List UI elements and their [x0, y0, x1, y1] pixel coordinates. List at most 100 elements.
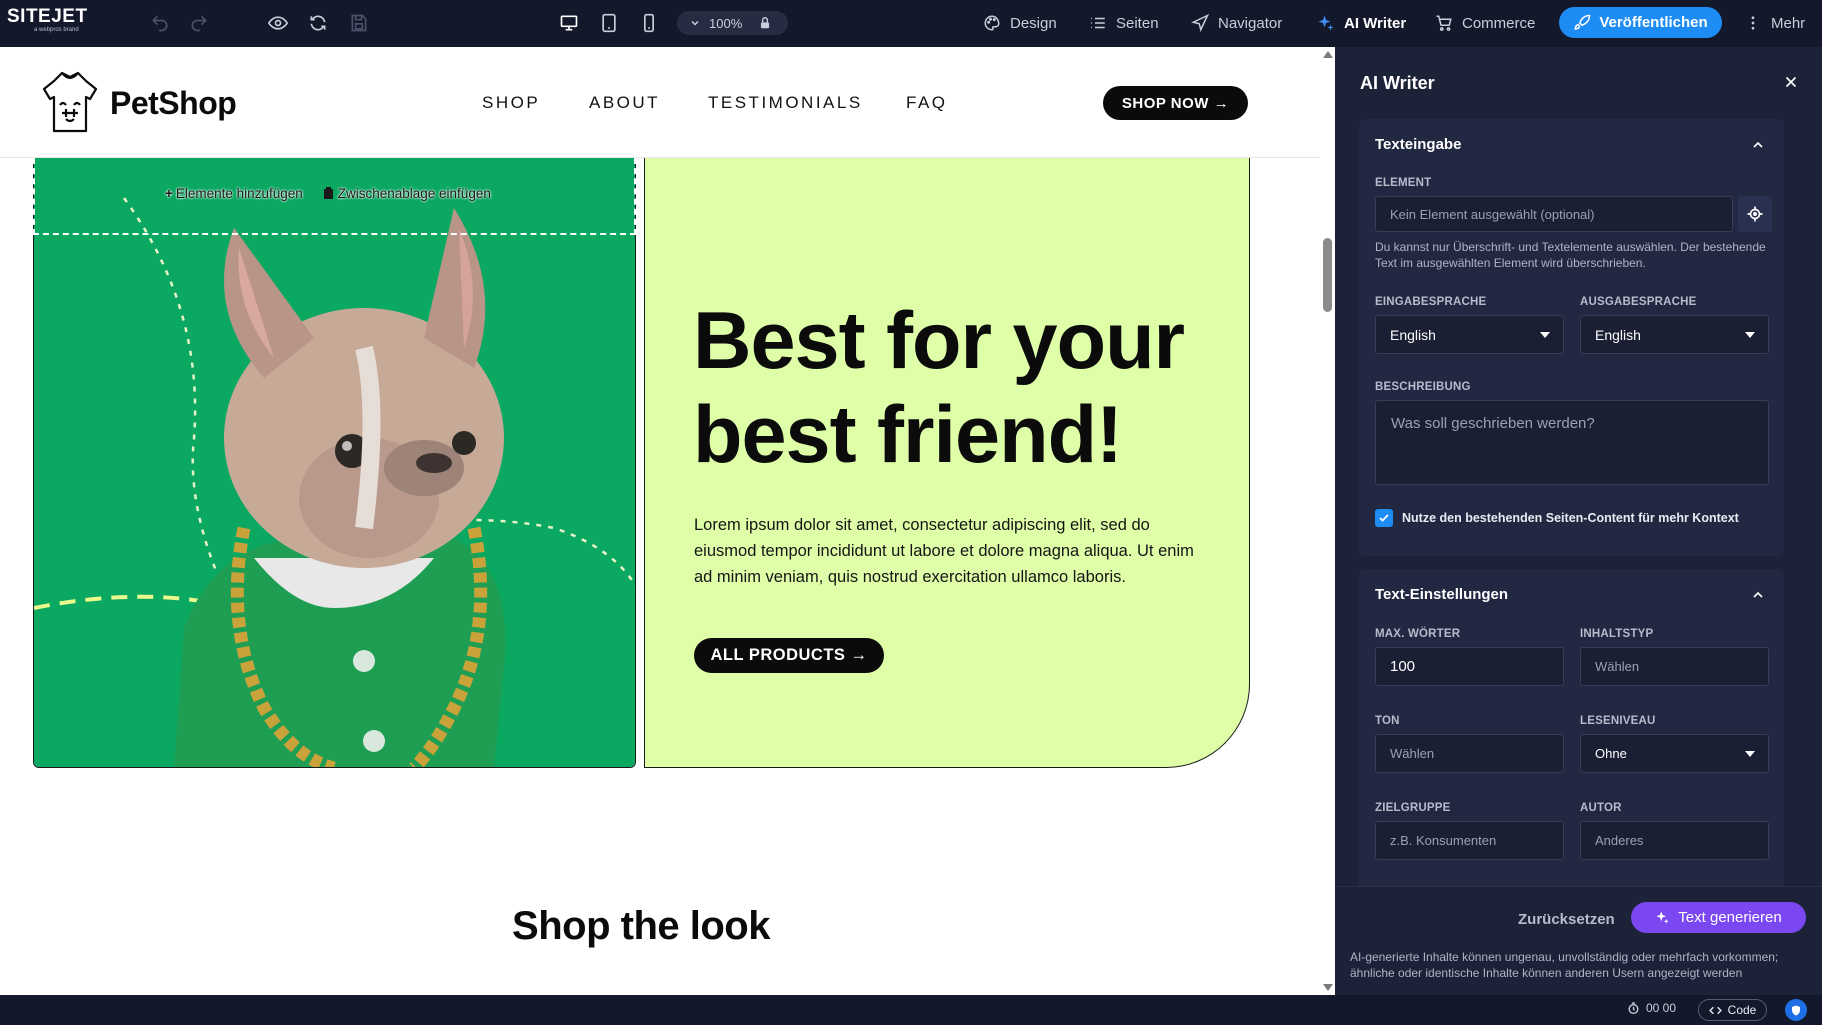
- input-language-select[interactable]: English: [1375, 315, 1564, 354]
- refresh-icon[interactable]: [306, 11, 330, 35]
- nav-testimonials[interactable]: TESTIMONIALS: [708, 93, 863, 113]
- timer-value: 00 00: [1646, 1001, 1677, 1015]
- ai-disclaimer: AI-generierte Inhalte können ungenau, un…: [1350, 950, 1779, 980]
- close-icon[interactable]: [1782, 73, 1800, 91]
- sitejet-logo[interactable]: SITEJET a webpros brand: [7, 7, 88, 33]
- max-words-label: MAX. WÖRTER: [1375, 628, 1461, 640]
- ai-writer-panel: AI Writer Texteingabe ELEMENT Kein Eleme…: [1335, 47, 1822, 995]
- max-words-value: 100: [1390, 658, 1416, 675]
- element-picker-button[interactable]: [1738, 196, 1772, 232]
- generate-text-button[interactable]: Text generieren: [1631, 902, 1806, 933]
- context-checkbox-label[interactable]: Nutze den bestehenden Seiten-Content für…: [1402, 511, 1739, 525]
- code-button[interactable]: Code: [1698, 999, 1767, 1021]
- panel-title: AI Writer: [1360, 73, 1435, 93]
- more-label: Mehr: [1771, 14, 1806, 32]
- description-label: BESCHREIBUNG: [1375, 381, 1471, 393]
- lock-icon[interactable]: [758, 16, 772, 30]
- content-type-select[interactable]: Wählen: [1580, 647, 1769, 686]
- tone-select[interactable]: Wählen: [1375, 734, 1564, 773]
- output-language-select[interactable]: English: [1580, 315, 1769, 354]
- add-elements-action[interactable]: + Elemente hinzufügen: [165, 186, 303, 201]
- timer: 00 00: [1627, 1001, 1676, 1015]
- text-input-section-title[interactable]: Texteingabe: [1375, 136, 1461, 153]
- max-words-input[interactable]: 100: [1375, 647, 1564, 686]
- caret-down-icon: [1745, 751, 1755, 757]
- zoom-control[interactable]: 100%: [677, 11, 788, 35]
- nav-shop[interactable]: SHOP: [482, 93, 540, 113]
- author-placeholder: Anderes: [1595, 833, 1644, 848]
- shop-the-look-heading[interactable]: Shop the look: [0, 904, 1282, 949]
- desktop-view-icon[interactable]: [557, 11, 581, 35]
- paste-clipboard-label: Zwischenablage einfügen: [337, 186, 491, 201]
- text-input-section: Texteingabe ELEMENT Kein Element ausgewä…: [1359, 119, 1784, 556]
- crosshair-icon: [1747, 206, 1763, 222]
- all-products-button[interactable]: ALL PRODUCTS →: [694, 638, 884, 673]
- nav-about[interactable]: ABOUT: [589, 93, 660, 113]
- output-language-label: AUSGABESPRACHE: [1580, 296, 1697, 308]
- hero-paragraph[interactable]: Lorem ipsum dolor sit amet, consectetur …: [694, 512, 1194, 590]
- code-brackets-icon: [1708, 1006, 1722, 1014]
- tone-placeholder: Wählen: [1390, 746, 1435, 761]
- author-label: AUTOR: [1580, 802, 1622, 814]
- top-toolbar: SITEJET a webpros brand 100% Design Seit…: [0, 0, 1822, 47]
- canvas-scrollbar[interactable]: [1320, 47, 1335, 995]
- list-icon: [1091, 17, 1105, 29]
- tablet-view-icon[interactable]: [597, 11, 621, 35]
- design-label: Design: [1010, 14, 1057, 32]
- content-type-label: INHALTSTYP: [1580, 628, 1654, 640]
- scroll-up-arrow[interactable]: [1323, 51, 1333, 58]
- brand-name: PetShop: [110, 84, 237, 121]
- more-menu[interactable]: Mehr: [1744, 11, 1805, 35]
- design-menu[interactable]: Design: [983, 11, 1057, 35]
- input-language-value: English: [1390, 326, 1436, 343]
- pages-label: Seiten: [1116, 14, 1159, 32]
- reset-button[interactable]: Zurücksetzen: [1518, 911, 1615, 928]
- undo-icon[interactable]: [148, 11, 172, 35]
- element-select-field[interactable]: Kein Element ausgewählt (optional): [1375, 196, 1733, 232]
- shop-now-button[interactable]: SHOP NOW →: [1103, 86, 1248, 120]
- mobile-view-icon[interactable]: [637, 11, 661, 35]
- sparkle-icon: [1656, 911, 1670, 924]
- preview-eye-icon[interactable]: [266, 11, 290, 35]
- audience-input[interactable]: z.B. Konsumenten: [1375, 821, 1564, 860]
- hero-heading-line-1: Best for your: [693, 296, 1185, 386]
- description-textarea[interactable]: Was soll geschrieben werden?: [1375, 400, 1769, 485]
- shield-icon[interactable]: [1785, 999, 1807, 1021]
- pages-menu[interactable]: Seiten: [1089, 11, 1159, 35]
- scroll-thumb[interactable]: [1323, 238, 1332, 312]
- sparkle-icon: [1318, 15, 1334, 31]
- redo-icon[interactable]: [187, 11, 211, 35]
- nav-faq[interactable]: FAQ: [906, 93, 948, 113]
- author-select[interactable]: Anderes: [1580, 821, 1769, 860]
- chevron-up-icon[interactable]: [1750, 587, 1766, 603]
- scroll-down-arrow[interactable]: [1323, 984, 1333, 991]
- generate-text-label: Text generieren: [1678, 909, 1782, 926]
- clock-icon: [1628, 1001, 1639, 1014]
- hero-content-card[interactable]: Best for your best friend! Lorem ipsum d…: [644, 94, 1250, 768]
- site-header: PetShop SHOP ABOUT TESTIMONIALS FAQ SHOP…: [0, 47, 1320, 158]
- reading-level-value: Ohne: [1595, 746, 1627, 761]
- navigator-menu[interactable]: Navigator: [1191, 11, 1282, 35]
- context-checkbox[interactable]: [1375, 509, 1393, 527]
- ai-writer-menu[interactable]: AI Writer: [1317, 11, 1406, 35]
- clipboard-icon: [323, 187, 333, 199]
- editor-canvas[interactable]: PetShop SHOP ABOUT TESTIMONIALS FAQ SHOP…: [0, 47, 1335, 995]
- rocket-icon: [1574, 14, 1591, 30]
- check-icon: [1379, 514, 1389, 522]
- commerce-menu[interactable]: Commerce: [1435, 11, 1535, 35]
- petshop-brand[interactable]: PetShop: [40, 69, 237, 137]
- audience-label: ZIELGRUPPE: [1375, 802, 1451, 814]
- reading-level-select[interactable]: Ohne: [1580, 734, 1769, 773]
- description-placeholder: Was soll geschrieben werden?: [1391, 415, 1595, 432]
- chevron-up-icon[interactable]: [1750, 137, 1766, 153]
- publish-label: Veröffentlichen: [1599, 14, 1708, 31]
- palette-icon: [984, 15, 1000, 31]
- hero-heading[interactable]: Best for your best friend!: [693, 294, 1185, 482]
- text-settings-section-title[interactable]: Text-Einstellungen: [1375, 586, 1508, 603]
- publish-button[interactable]: Veröffentlichen: [1559, 7, 1722, 38]
- section-drop-zone[interactable]: + Elemente hinzufügen Zwischenablage einf…: [33, 158, 636, 235]
- ai-writer-label: AI Writer: [1344, 14, 1407, 32]
- paste-clipboard-action[interactable]: Zwischenablage einfügen: [323, 186, 491, 201]
- save-icon[interactable]: [347, 11, 371, 35]
- audience-placeholder: z.B. Konsumenten: [1390, 833, 1497, 848]
